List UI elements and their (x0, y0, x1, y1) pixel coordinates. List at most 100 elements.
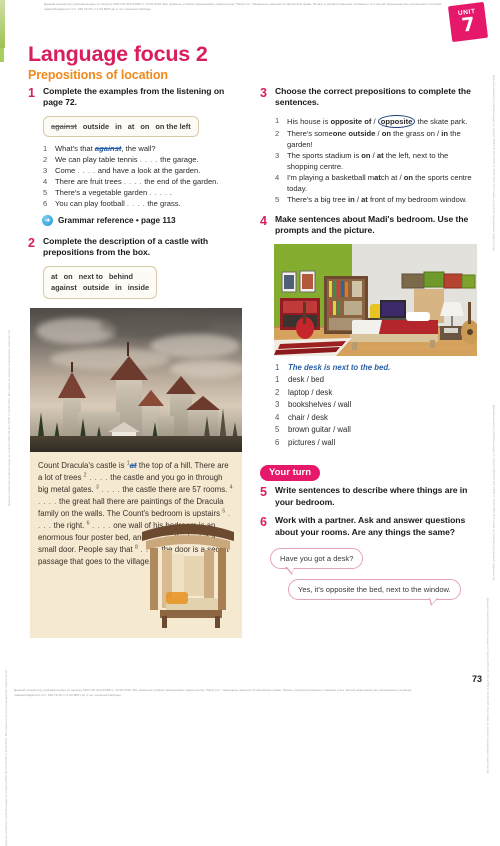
option-word[interactable]: in (441, 129, 448, 138)
exercise-1-item: 5 There's a vegetable garden . . . . . (43, 187, 246, 198)
item-number: 3 (275, 400, 280, 410)
exercise-4-prompt: 2 laptop / desk (275, 387, 478, 399)
side-watermark-right-upper: Данный экземпляр учебника выдан по запро… (492, 75, 496, 251)
item-number: 2 (275, 387, 280, 397)
answer-blank[interactable]: . . . . (127, 199, 145, 208)
exercise-3-item: 3 The sports stadium is on / at the left,… (275, 150, 478, 172)
circled-answer[interactable]: opposite (377, 114, 416, 128)
option-word[interactable]: on (333, 129, 342, 138)
word-chip: on (63, 271, 73, 281)
side-watermark-left-lower: Данный экземпляр учебника выдан по запро… (4, 670, 8, 846)
exercise-1-item: 4 There are fruit trees . . . . the end o… (43, 176, 246, 187)
item-number: 5 (43, 187, 48, 197)
item-text: There's a vegetable garden . . . . . (55, 187, 172, 197)
answer-blank[interactable]: . . . . (87, 473, 109, 482)
option-word[interactable]: at (377, 151, 384, 160)
exercise-3-question-list: 1 His house is opposite of / opposite the… (275, 114, 478, 205)
exercise-2: 2 Complete the description of a castle w… (28, 236, 246, 638)
answer-blank[interactable]: . . . . (124, 177, 142, 186)
option-word[interactable]: outside (348, 129, 375, 138)
item-number: 3 (43, 165, 48, 175)
unit-badge: UNIT 7 (447, 1, 489, 43)
gap-number: 4 (229, 484, 233, 491)
exercise-1-item: 6 You can play football . . . . the grass… (43, 198, 246, 209)
item-text: chair / desk (288, 412, 328, 422)
exercise-4-prompt-list: 1 The desk is next to the bed. 1 desk / bed… (275, 362, 478, 449)
word-chip: in (115, 121, 122, 131)
exercise-1-item: 1 What's that against, the wall? (43, 143, 246, 154)
answer-blank[interactable]: . . . . (38, 497, 57, 506)
item-text: There are fruit trees . . . . the end of… (55, 176, 219, 186)
answer-blank[interactable]: . . . . (149, 188, 167, 197)
word-chip: outside (82, 283, 110, 293)
exercise-3-item: 2 There's someone outside / on the grass … (275, 128, 478, 150)
item-number: 1 (275, 362, 280, 372)
grammar-reference-label: Grammar reference • page 113 (58, 215, 176, 225)
word-chip: on (140, 121, 150, 131)
bedroom-photograph (274, 243, 477, 356)
answer-blank[interactable]: . . . . (89, 521, 111, 530)
item-number: 6 (275, 437, 280, 447)
answer-blank[interactable]: . . . . (99, 485, 121, 494)
exercise-4-prompt: 1 desk / bed (275, 374, 478, 386)
item-text: There's someone outside / on the grass o… (287, 128, 461, 149)
your-turn-badge: Your turn (260, 464, 321, 482)
side-watermark-left-upper: Данный экземпляр учебника выдан по запро… (7, 330, 11, 506)
item-number: 6 (43, 198, 48, 208)
option-word[interactable]: on (404, 173, 413, 182)
word-chip: outside (82, 121, 110, 131)
exercise-1-word-box: against outside in at on on the left (43, 115, 199, 137)
exercise-4-prompt: 6 pictures / wall (275, 437, 478, 449)
page-title: Language focus 2 (28, 42, 208, 66)
exercise-4-prompt: 3 bookshelves / wall (275, 399, 478, 411)
item-number: 4 (43, 176, 48, 186)
speech-bubble-tail (428, 597, 438, 607)
word-chip: behind (108, 271, 134, 281)
item-text: I'm playing a basketball match at / on t… (287, 172, 472, 193)
item-number: 2 (43, 154, 48, 164)
exercise-1-number: 1 (28, 86, 35, 100)
exercise-5-number: 5 (260, 485, 267, 500)
item-text: The desk is next to the bed. (288, 362, 391, 372)
option-word[interactable]: opposite of (330, 117, 371, 126)
exercise-1-question-list: 1 What's that against, the wall? 2 We can p… (43, 143, 246, 209)
side-watermark-right-middle: Данный экземпляр учебника выдан по запро… (492, 405, 496, 581)
exercise-4-prompt: 4 chair / desk (275, 412, 478, 424)
side-watermark-right-lower: Данный экземпляр учебника выдан по запро… (486, 598, 490, 774)
option-word[interactable]: in (348, 195, 355, 204)
option-word[interactable]: at (374, 173, 381, 182)
item-number: 1 (43, 143, 48, 153)
exercise-3-number: 3 (260, 86, 267, 100)
exercise-3: 3 Choose the correct prepositions to com… (260, 86, 478, 205)
option-word[interactable]: on (382, 129, 391, 138)
item-text: Come . . . . and have a look at the gard… (55, 165, 201, 175)
answer-blank[interactable]: . . . . (140, 155, 158, 164)
item-number: 4 (275, 412, 280, 422)
grammar-reference-row[interactable]: ➜ Grammar reference • page 113 (42, 214, 246, 226)
item-text: What's that against, the wall? (55, 143, 156, 153)
unit-badge-number: 7 (460, 13, 477, 37)
word-chip: at (51, 271, 58, 281)
exercise-4-header: 4 Make sentences about Madi's bedroom. U… (260, 214, 478, 237)
word-chip: next to (78, 271, 103, 281)
word-chip: against (51, 283, 77, 293)
item-number: 4 (275, 172, 280, 182)
exercise-4-instruction: Make sentences about Madi's bedroom. Use… (275, 213, 469, 236)
option-word[interactable]: at (361, 195, 368, 204)
word-chip: in (115, 283, 122, 293)
item-number: 5 (275, 425, 280, 435)
option-word[interactable]: on (361, 151, 370, 160)
item-number: 2 (275, 128, 280, 138)
exercise-4-example: 1 The desk is next to the bed. (275, 362, 478, 374)
filled-answer: at (129, 460, 137, 470)
exercise-2-number: 2 (28, 235, 35, 250)
answer-blank[interactable]: . . . . (77, 166, 95, 175)
word-chip-row: against outside in inside (51, 282, 149, 293)
item-text: pictures / wall (288, 437, 336, 447)
word-chip: on the left (155, 121, 191, 131)
speech-bubble-group: Have you got a desk? Yes, it's opposite … (260, 548, 478, 612)
castle-photograph (30, 307, 242, 452)
item-text: His house is opposite of / opposite the … (287, 114, 468, 128)
exercise-3-item: 1 His house is opposite of / opposite the… (275, 114, 478, 128)
word-chip-row: at on next to behind (51, 271, 149, 282)
